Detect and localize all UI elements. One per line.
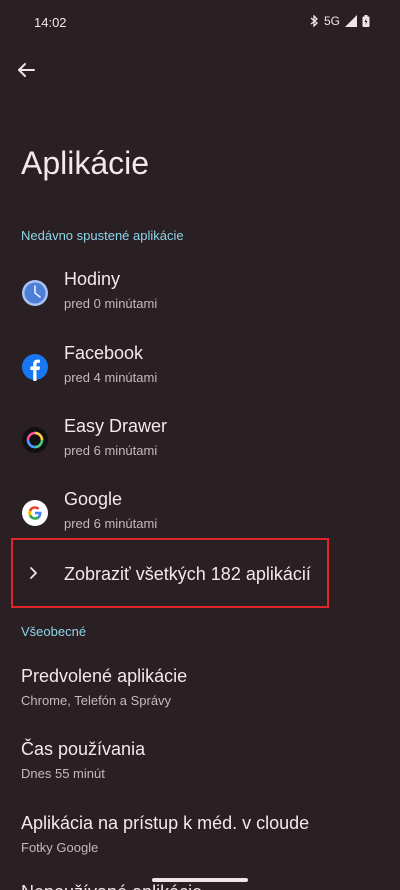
recent-app-hodiny[interactable]: Hodiny pred 0 minútami [0, 269, 400, 339]
recent-app-easy-drawer[interactable]: Easy Drawer pred 6 minútami [0, 416, 400, 486]
app-name: Google [64, 489, 123, 509]
app-last-used: pred 4 minútami [64, 370, 158, 385]
recent-apps-header: Nedávno spustené aplikácie [21, 228, 184, 243]
item-title: Aplikácia na prístup k méd. v cloude [21, 813, 310, 833]
item-subtitle: Dnes 55 minút [21, 766, 105, 781]
default-apps-item[interactable]: Predvolené aplikácie Chrome, Telefón a S… [21, 666, 391, 708]
back-arrow-icon[interactable] [14, 58, 38, 82]
unused-apps-item[interactable]: Nepoužívané aplikácie [21, 882, 202, 890]
gesture-nav-handle[interactable] [152, 878, 248, 882]
bluetooth-icon [310, 15, 318, 27]
item-subtitle: Chrome, Telefón a Správy [21, 693, 172, 708]
app-name: Easy Drawer [64, 416, 168, 436]
app-last-used: pred 0 minútami [64, 296, 158, 311]
status-bar: 14:02 5G [0, 0, 400, 40]
cloud-media-app-item[interactable]: Aplikácia na prístup k méd. v cloude Fot… [21, 813, 391, 855]
app-name: Hodiny [64, 269, 121, 289]
app-name: Facebook [64, 343, 144, 363]
status-icons: 5G [309, 14, 370, 28]
app-last-used: pred 6 minútami [64, 443, 158, 458]
page-title: Aplikácie [21, 145, 150, 181]
network-type: 5G [323, 14, 340, 28]
item-title: Čas používania [21, 739, 146, 759]
recent-app-facebook[interactable]: Facebook pred 4 minútami [0, 343, 400, 413]
screen-time-item[interactable]: Čas používania Dnes 55 minút [21, 739, 391, 781]
signal-icon [345, 15, 357, 27]
status-time: 14:02 [34, 15, 67, 30]
general-header: Všeobecné [21, 624, 87, 639]
item-subtitle: Fotky Google [21, 840, 99, 855]
chevron-right-icon [30, 567, 37, 579]
battery-icon [362, 15, 370, 27]
app-last-used: pred 6 minútami [64, 516, 158, 531]
clock-icon [22, 280, 48, 306]
easy-drawer-icon [22, 427, 48, 453]
item-title: Predvolené aplikácie [21, 666, 188, 686]
google-icon [22, 500, 48, 526]
show-all-apps-button[interactable]: Zobraziť všetkých 182 aplikácií [11, 538, 329, 608]
show-all-apps-label: Zobraziť všetkých 182 aplikácií [64, 564, 311, 584]
facebook-icon [22, 354, 48, 381]
